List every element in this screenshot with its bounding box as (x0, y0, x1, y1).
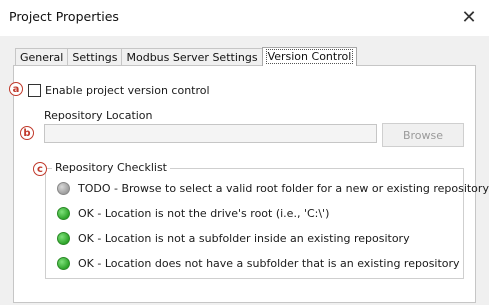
repository-location-input[interactable] (44, 124, 377, 143)
status-ok-icon (57, 232, 70, 245)
enable-version-control-checkbox[interactable] (28, 84, 41, 97)
repository-location-label: Repository Location (44, 109, 153, 122)
checklist-item-text: OK - Location does not have a subfolder … (78, 257, 460, 270)
checklist-item-text: TODO - Browse to select a valid root fol… (78, 182, 489, 195)
checklist-item: OK - Location is not a subfolder inside … (57, 232, 410, 245)
tab-version-control[interactable]: Version Control (261, 47, 358, 66)
tab-label: Settings (72, 51, 118, 64)
tab-label: General (20, 51, 64, 64)
close-icon[interactable]: ✕ (457, 5, 481, 29)
tab-general[interactable]: General (15, 48, 69, 66)
checklist-item-text: OK - Location is not a subfolder inside … (78, 232, 410, 245)
annotation-badge-c: c (33, 162, 47, 176)
enable-version-control-row[interactable]: Enable project version control (28, 84, 210, 97)
checklist-item: OK - Location does not have a subfolder … (57, 257, 460, 270)
annotation-badge-a: a (9, 82, 23, 96)
checklist-item-text: OK - Location is not the drive's root (i… (78, 207, 330, 220)
status-todo-icon (57, 182, 70, 195)
checklist-item: OK - Location is not the drive's root (i… (57, 207, 329, 220)
window-title: Project Properties (9, 9, 119, 24)
repository-checklist-title: Repository Checklist (52, 161, 170, 174)
tab-modbus-server-settings[interactable]: Modbus Server Settings (121, 48, 263, 66)
annotation-badge-b: b (20, 126, 34, 140)
title-bar: Project Properties ✕ (0, 0, 489, 36)
enable-version-control-label: Enable project version control (45, 84, 210, 97)
checklist-item: TODO - Browse to select a valid root fol… (57, 182, 489, 195)
status-ok-icon (57, 207, 70, 220)
browse-button[interactable]: Browse (382, 123, 464, 147)
tab-label: Version Control (265, 49, 354, 64)
tab-strip: General Settings Modbus Server Settings … (15, 47, 358, 66)
tab-label: Modbus Server Settings (126, 51, 258, 64)
tab-settings[interactable]: Settings (67, 48, 123, 66)
status-ok-icon (57, 257, 70, 270)
